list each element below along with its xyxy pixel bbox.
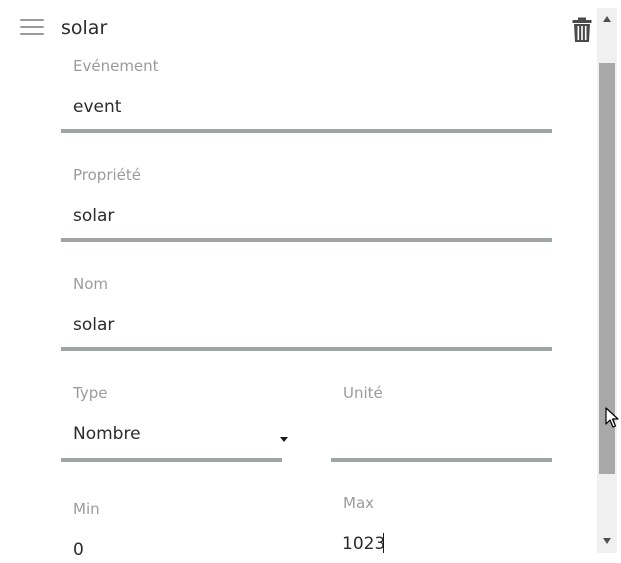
unit-underline — [331, 458, 552, 462]
name-input[interactable] — [61, 313, 552, 337]
scroll-up-arrow-icon[interactable] — [603, 16, 611, 22]
text-caret — [383, 533, 384, 553]
event-input[interactable] — [61, 95, 552, 119]
trash-icon[interactable] — [572, 17, 592, 43]
property-label: Propriété — [73, 166, 141, 184]
min-input[interactable] — [61, 538, 282, 562]
unit-field: Unité — [331, 382, 552, 462]
type-field: Type Nombre — [61, 382, 288, 462]
unit-label: Unité — [343, 384, 383, 402]
scroll-down-arrow-icon[interactable] — [603, 538, 611, 544]
type-underline — [61, 458, 282, 462]
event-field: Evénement — [61, 55, 552, 135]
dropdown-arrow-icon[interactable] — [280, 437, 288, 442]
vertical-scrollbar[interactable] — [597, 8, 617, 553]
type-select[interactable]: Nombre — [61, 423, 282, 447]
thing-property-editor: solar Evénement Propriété Nom Type Nombr… — [0, 0, 621, 563]
property-input[interactable] — [61, 204, 552, 228]
event-underline — [61, 129, 552, 133]
property-underline — [61, 238, 552, 242]
event-label: Evénement — [73, 57, 159, 75]
min-label: Min — [73, 500, 100, 518]
max-input[interactable] — [331, 532, 552, 556]
min-field: Min — [61, 498, 282, 563]
hamburger-menu-icon[interactable] — [20, 19, 44, 37]
page-title: solar — [61, 17, 108, 39]
unit-input[interactable] — [331, 423, 552, 447]
max-field: Max — [331, 492, 552, 563]
name-underline — [61, 347, 552, 351]
name-field: Nom — [61, 273, 552, 353]
property-field: Propriété — [61, 164, 552, 244]
mouse-pointer-icon — [605, 407, 619, 429]
max-label: Max — [343, 494, 375, 512]
name-label: Nom — [73, 275, 109, 293]
type-label: Type — [73, 384, 108, 402]
